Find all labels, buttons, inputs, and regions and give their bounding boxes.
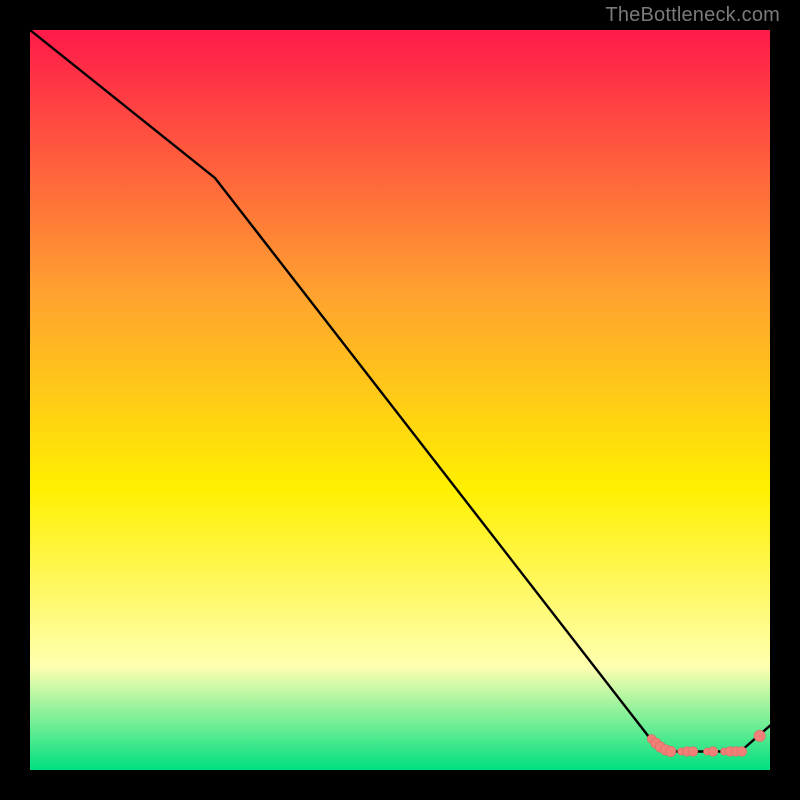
data-marker — [737, 747, 747, 757]
chart-frame: TheBottleneck.com — [0, 0, 800, 800]
watermark-label: TheBottleneck.com — [605, 4, 780, 27]
gradient-background — [30, 30, 770, 770]
chart-svg — [30, 30, 770, 770]
plot-area — [30, 30, 770, 770]
data-marker — [666, 746, 676, 756]
data-marker — [688, 747, 698, 757]
data-marker — [754, 730, 765, 741]
data-marker — [708, 747, 718, 757]
